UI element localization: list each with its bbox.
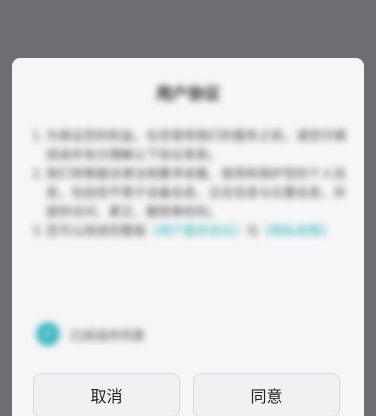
paragraph-number: 1.	[32, 128, 44, 143]
agreement-dialog: 用户协议 1. 为保证您的权益，在您使用我们的服务之前，请您仔细阅读并充分理解以…	[12, 58, 364, 416]
consent-label: 已阅读并同意	[70, 327, 146, 343]
paragraph-number: 3.	[32, 223, 44, 238]
agree-button[interactable]: 同意	[193, 373, 340, 416]
paragraph-text-lead: 您可以阅读完整版	[46, 223, 147, 238]
consent-row[interactable]: ✓ 已阅读并同意	[36, 322, 145, 346]
paragraph-text: 我们将根据法律法规要求收集、使用和保护您的个人信息，包括但不限于设备信息、日志信…	[46, 166, 347, 219]
paragraph-text: 为保证您的权益，在您使用我们的服务之前，请您仔细阅读并充分理解以下协议条款。	[46, 128, 347, 162]
paragraph-number: 2.	[32, 166, 44, 181]
agreement-paragraph: 1. 为保证您的权益，在您使用我们的服务之前，请您仔细阅读并充分理解以下协议条款…	[32, 126, 346, 164]
screen: 用户协议 1. 为保证您的权益，在您使用我们的服务之前，请您仔细阅读并充分理解以…	[0, 0, 376, 416]
dialog-title: 用户协议	[155, 84, 220, 103]
agreement-paragraph: 2. 我们将根据法律法规要求收集、使用和保护您的个人信息，包括但不限于设备信息、…	[32, 164, 346, 221]
user-agreement-link[interactable]: 《用户服务协议》	[146, 223, 246, 238]
privacy-policy-link[interactable]: 《隐私政策》	[259, 223, 334, 238]
paragraph-text-mid: 与	[246, 223, 259, 238]
agree-button-label: 同意	[250, 387, 283, 406]
cancel-button-label: 取消	[90, 387, 123, 406]
agreement-paragraph: 3. 您可以阅读完整版《用户服务协议》与《隐私政策》	[32, 221, 346, 240]
agreement-body: 1. 为保证您的权益，在您使用我们的服务之前，请您仔细阅读并充分理解以下协议条款…	[32, 126, 346, 240]
paragraph-text: 您可以阅读完整版《用户服务协议》与《隐私政策》	[46, 221, 346, 240]
cancel-button[interactable]: 取消	[33, 373, 180, 416]
check-icon[interactable]: ✓	[36, 322, 60, 346]
